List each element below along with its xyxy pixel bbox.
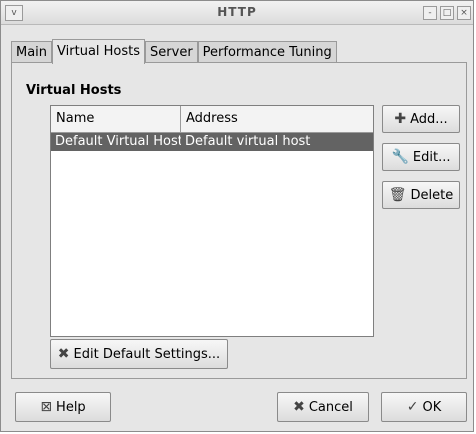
plus-icon: ✚ — [394, 111, 407, 127]
title-bar: v HTTP - □ × — [1, 1, 473, 25]
virtual-hosts-panel: Virtual Hosts Name Address Default Virtu… — [11, 62, 467, 379]
list-header: Name Address — [51, 106, 373, 133]
cancel-icon: ✖ — [293, 399, 305, 415]
checkmark-icon: ✓ — [406, 399, 419, 415]
tab-virtual-hosts[interactable]: Virtual Hosts — [52, 39, 146, 64]
tab-performance-tuning[interactable]: Performance Tuning — [197, 41, 337, 64]
virtual-hosts-list[interactable]: Name Address Default Virtual Host Defaul… — [50, 105, 374, 337]
section-title: Virtual Hosts — [26, 83, 122, 98]
help-button-label: Help — [56, 399, 86, 415]
column-header-address[interactable]: Address — [181, 106, 373, 132]
edit-button-label: Edit... — [412, 149, 451, 165]
http-window: v HTTP - □ × Main Virtual Hosts Server P… — [0, 0, 474, 432]
wrench-icon: 🔧 — [391, 149, 409, 165]
delete-button[interactable]: 🗑 Delete — [382, 181, 460, 209]
help-icon: ⊠ — [40, 399, 53, 415]
close-icon[interactable]: × — [457, 6, 471, 20]
window-title: HTTP — [217, 5, 257, 19]
cancel-button-label: Cancel — [308, 399, 353, 415]
add-button-label: Add... — [410, 111, 448, 127]
column-header-name[interactable]: Name — [51, 106, 181, 132]
tab-server[interactable]: Server — [145, 41, 198, 64]
edit-default-settings-button[interactable]: ✖ Edit Default Settings... — [50, 339, 228, 369]
ok-button-label: OK — [422, 399, 442, 415]
table-row[interactable]: Default Virtual Host Default virtual hos… — [51, 133, 373, 151]
tools-icon: ✖ — [57, 346, 70, 362]
cancel-button[interactable]: ✖ Cancel — [277, 392, 369, 422]
tab-main[interactable]: Main — [11, 41, 53, 64]
ok-button[interactable]: ✓ OK — [381, 392, 467, 422]
help-button[interactable]: ⊠ Help — [15, 392, 111, 422]
tab-bar: Main Virtual Hosts Server Performance Tu… — [11, 39, 337, 64]
minimize-icon[interactable]: - — [423, 6, 437, 20]
row-name: Default Virtual Host — [55, 134, 181, 149]
row-address: Default virtual host — [185, 134, 311, 149]
edit-button[interactable]: 🔧 Edit... — [382, 143, 460, 171]
trash-icon: 🗑 — [388, 187, 407, 203]
edit-default-settings-label: Edit Default Settings... — [73, 346, 221, 362]
maximize-icon[interactable]: □ — [440, 6, 454, 20]
delete-button-label: Delete — [410, 187, 454, 203]
add-button[interactable]: ✚ Add... — [382, 105, 460, 133]
